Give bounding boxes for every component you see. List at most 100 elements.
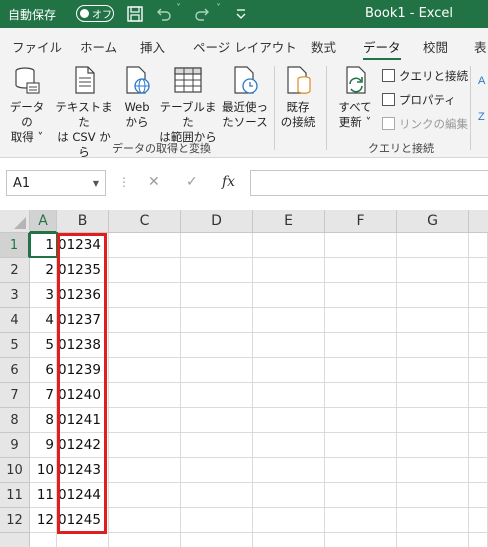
column-header-d[interactable]: D — [181, 210, 253, 233]
select-all-corner[interactable] — [0, 210, 30, 233]
tab-insert[interactable]: 挿入 — [140, 37, 165, 56]
formula-input[interactable] — [250, 170, 488, 196]
from-web-button[interactable]: Web から — [120, 64, 154, 130]
row-header[interactable]: 4 — [0, 308, 30, 333]
cell[interactable]: 01239 — [57, 358, 109, 383]
cell[interactable] — [109, 408, 181, 433]
cell[interactable]: 01236 — [57, 283, 109, 308]
customize-qat-icon[interactable] — [232, 5, 250, 23]
cell[interactable]: 7 — [30, 383, 57, 408]
cell[interactable] — [325, 433, 397, 458]
cell[interactable]: 2 — [30, 258, 57, 283]
cell[interactable] — [469, 233, 488, 258]
cell[interactable] — [253, 383, 325, 408]
from-text-csv-button[interactable]: テキストまた は CSV から — [52, 64, 116, 160]
cell[interactable] — [397, 483, 469, 508]
cell[interactable] — [109, 333, 181, 358]
column-header-e[interactable]: E — [253, 210, 325, 233]
tab-file[interactable]: ファイル — [12, 37, 62, 56]
row-header[interactable]: 8 — [0, 408, 30, 433]
cell[interactable] — [109, 383, 181, 408]
cell[interactable]: 01241 — [57, 408, 109, 433]
name-box[interactable]: A1 ▼ — [6, 170, 106, 196]
cell[interactable] — [109, 433, 181, 458]
row-header[interactable]: 6 — [0, 358, 30, 383]
cell[interactable] — [253, 433, 325, 458]
cell[interactable] — [325, 533, 397, 547]
cell[interactable] — [325, 508, 397, 533]
cell[interactable] — [253, 233, 325, 258]
cell[interactable]: 11 — [30, 483, 57, 508]
cell[interactable]: 9 — [30, 433, 57, 458]
cell[interactable] — [325, 408, 397, 433]
save-icon[interactable] — [126, 5, 144, 23]
row-header[interactable] — [0, 533, 30, 547]
cell[interactable] — [397, 333, 469, 358]
cell[interactable] — [181, 433, 253, 458]
cell[interactable] — [397, 533, 469, 547]
cell[interactable] — [57, 533, 109, 547]
name-box-dropdown-icon[interactable]: ▼ — [93, 179, 99, 188]
cell[interactable]: 01234 — [57, 233, 109, 258]
cell[interactable] — [109, 533, 181, 547]
cell[interactable] — [325, 283, 397, 308]
cell[interactable]: 01235 — [57, 258, 109, 283]
row-header[interactable]: 11 — [0, 483, 30, 508]
cell[interactable] — [253, 283, 325, 308]
cell[interactable] — [253, 333, 325, 358]
tab-review[interactable]: 校閲 — [423, 37, 448, 56]
cell[interactable] — [325, 258, 397, 283]
cell[interactable] — [397, 283, 469, 308]
cell[interactable] — [253, 533, 325, 547]
cell[interactable] — [325, 333, 397, 358]
cell[interactable] — [181, 233, 253, 258]
cell[interactable] — [181, 483, 253, 508]
sort-az-icon[interactable]: A Z — [478, 70, 488, 140]
cell[interactable]: 01244 — [57, 483, 109, 508]
queries-connections-button[interactable]: クエリと接続 — [382, 68, 468, 84]
cell[interactable] — [181, 533, 253, 547]
autosave-toggle[interactable]: オフ — [76, 5, 114, 22]
cell[interactable] — [109, 508, 181, 533]
tab-formulas[interactable]: 数式 — [311, 37, 336, 56]
cell[interactable] — [325, 358, 397, 383]
cell[interactable] — [253, 358, 325, 383]
cancel-icon[interactable]: ✕ — [148, 174, 160, 190]
cell[interactable] — [181, 283, 253, 308]
cell[interactable] — [109, 358, 181, 383]
cell[interactable] — [109, 233, 181, 258]
cell[interactable] — [469, 258, 488, 283]
tab-home[interactable]: ホーム — [80, 37, 117, 56]
column-header-g[interactable]: G — [397, 210, 469, 233]
cell[interactable] — [181, 358, 253, 383]
cell[interactable]: 01237 — [57, 308, 109, 333]
cell[interactable]: 8 — [30, 408, 57, 433]
cell[interactable] — [469, 358, 488, 383]
cell[interactable] — [253, 508, 325, 533]
cell[interactable] — [397, 383, 469, 408]
get-data-button[interactable]: データの 取得 ˅ — [5, 64, 49, 145]
cell[interactable] — [253, 458, 325, 483]
tab-data[interactable]: データ — [363, 37, 401, 61]
row-header[interactable]: 3 — [0, 283, 30, 308]
cell[interactable] — [397, 258, 469, 283]
row-header[interactable]: 12 — [0, 508, 30, 533]
edit-links-button[interactable]: リンクの編集 — [382, 116, 468, 132]
cell[interactable] — [469, 458, 488, 483]
cell[interactable]: 01245 — [57, 508, 109, 533]
cell[interactable] — [181, 508, 253, 533]
existing-connections-button[interactable]: 既存 の接続 — [278, 64, 318, 130]
recent-sources-button[interactable]: 最近使っ たソース — [220, 64, 270, 130]
cell[interactable] — [109, 308, 181, 333]
tab-view[interactable]: 表 — [474, 37, 487, 56]
cell[interactable]: 10 — [30, 458, 57, 483]
cell[interactable]: 01240 — [57, 383, 109, 408]
cell[interactable] — [253, 408, 325, 433]
cell[interactable] — [397, 408, 469, 433]
cell[interactable] — [469, 308, 488, 333]
cell[interactable]: 6 — [30, 358, 57, 383]
cell[interactable] — [325, 383, 397, 408]
from-table-range-button[interactable]: テーブルまた は範囲から — [157, 64, 219, 145]
column-header-a[interactable]: A — [30, 210, 57, 233]
cell[interactable] — [469, 383, 488, 408]
